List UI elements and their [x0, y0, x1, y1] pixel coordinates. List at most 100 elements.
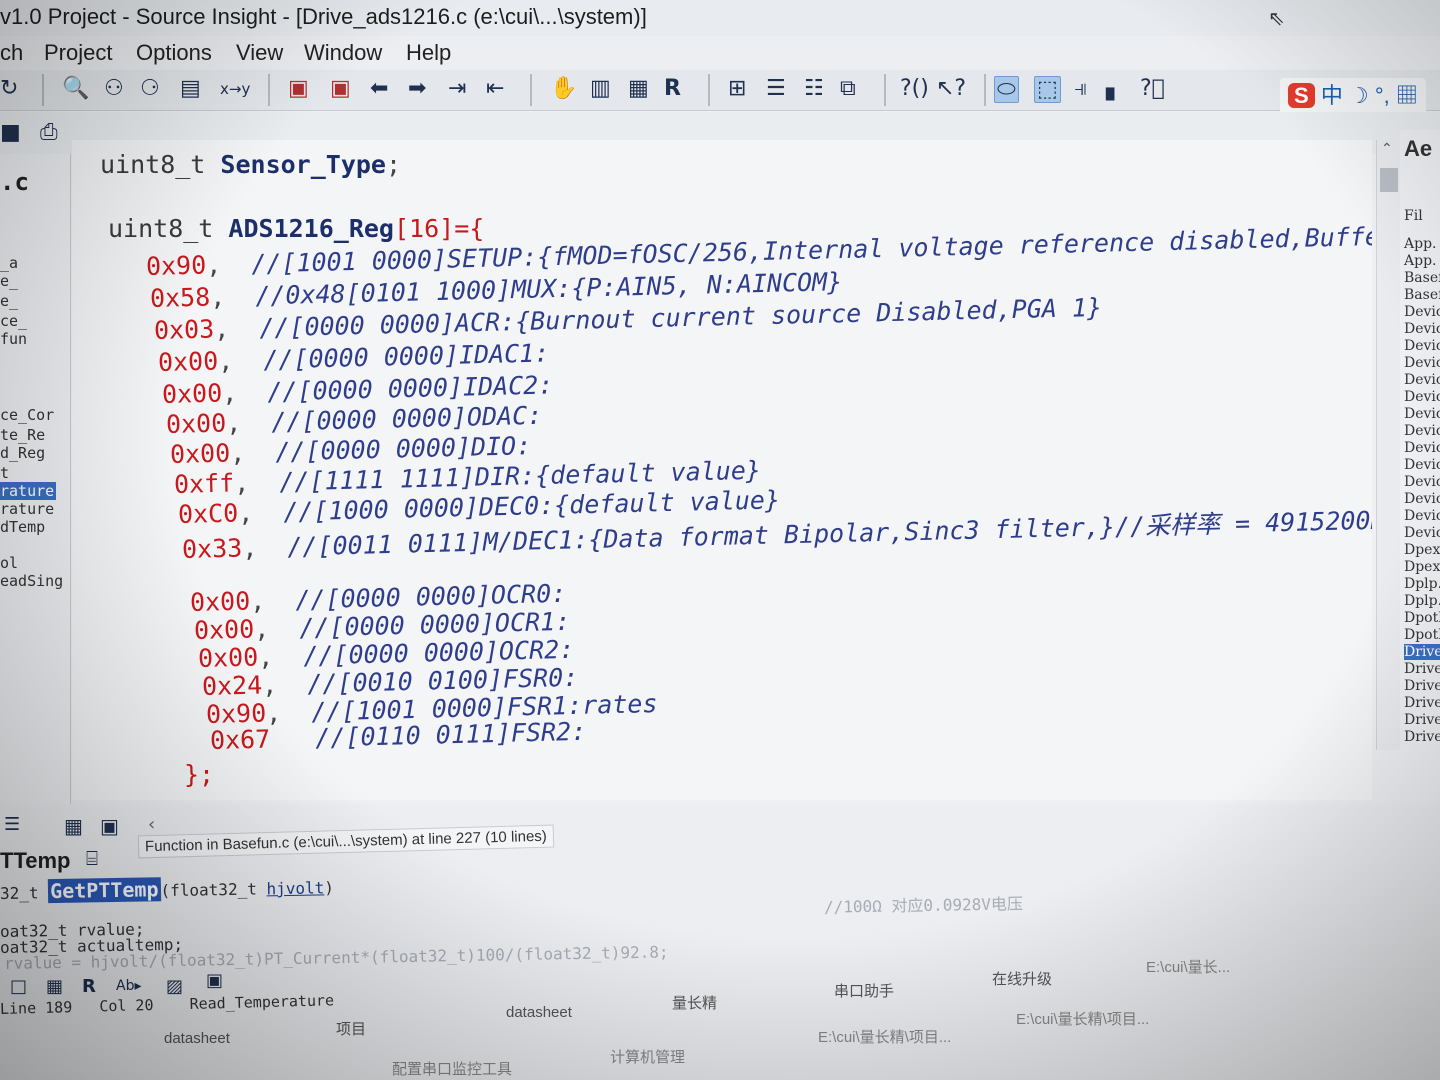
file-item[interactable]: Dpother	[1404, 610, 1440, 626]
file-item[interactable]: Drive_ads	[1404, 661, 1440, 677]
layout-icon-3[interactable]: ☷	[804, 76, 824, 101]
file-item[interactable]: Device	[1404, 440, 1440, 456]
layout-icon-1[interactable]: ⊞	[728, 76, 746, 101]
indent-icon[interactable]: ⇥	[448, 76, 466, 101]
file-item[interactable]: Device	[1404, 389, 1440, 405]
file-item-selected[interactable]: Drive_ads	[1404, 644, 1440, 660]
symbol-item[interactable]: ce_Cor	[0, 406, 54, 424]
help-context-icon[interactable]: ?()	[900, 76, 929, 101]
sogou-logo[interactable]: S	[1288, 83, 1315, 108]
taskbar-tab[interactable]: 串口助手	[834, 980, 894, 1001]
symbol-item[interactable]: ce_	[0, 312, 27, 330]
symbol-item[interactable]: dTemp	[0, 518, 45, 536]
symbol-item[interactable]: t	[0, 464, 9, 482]
file-item[interactable]: Devic	[1404, 321, 1440, 337]
menu-search[interactable]: ch	[0, 40, 23, 66]
symbol-item-selected[interactable]: rature	[0, 482, 56, 500]
symbol-item[interactable]: eadSing	[0, 572, 63, 590]
file-item[interactable]: Dplp.h	[1404, 593, 1440, 609]
file-item[interactable]: Dplp.c	[1404, 576, 1440, 592]
scroll-up-icon[interactable]: ⌃	[1381, 140, 1393, 157]
context-icon[interactable]: ☰	[4, 814, 20, 835]
layout-icon-4[interactable]: ⧉	[840, 76, 856, 101]
taskbar-window[interactable]: E:\cui\量长精\项目...	[818, 1026, 951, 1047]
file-item[interactable]: Drive_fpga	[1404, 678, 1440, 694]
context-window-icon[interactable]: ⬭	[994, 76, 1019, 103]
menu-help[interactable]: Help	[406, 40, 451, 66]
file-item[interactable]: Device	[1404, 491, 1440, 507]
taskbar-window[interactable]: 计算机管理	[610, 1046, 685, 1067]
bookmark-list-icon[interactable]: ▣	[330, 76, 351, 101]
file-item[interactable]: Device	[1404, 406, 1440, 422]
relation-icon[interactable]: R	[664, 76, 681, 101]
file-item[interactable]: Device	[1404, 457, 1440, 473]
code-editor[interactable]: uint8_t Sensor_Type; uint8_t ADS1216_Reg…	[72, 140, 1372, 800]
file-item[interactable]: Drive_fpga	[1404, 695, 1440, 711]
taskbar-tab[interactable]: 在线升级	[992, 968, 1052, 989]
menu-project[interactable]: Project	[44, 40, 112, 66]
symbol-item[interactable]: _a	[0, 254, 18, 272]
file-item[interactable]: Dpext.h	[1404, 559, 1440, 575]
file-item[interactable]: Drive_fram	[1404, 712, 1440, 728]
relation-window-icon[interactable]: ⬚	[1034, 76, 1061, 103]
find-prev-icon[interactable]: ⚆	[140, 76, 160, 101]
file-item[interactable]: Devic	[1404, 304, 1440, 320]
help-pointer-icon[interactable]: ↖?	[936, 76, 966, 101]
layout-icon-2[interactable]: ☰	[766, 76, 786, 101]
symbol-item[interactable]: e_	[0, 272, 18, 290]
symbol-item[interactable]: ol	[0, 554, 18, 572]
symbol-item[interactable]: e_	[0, 292, 18, 310]
file-item[interactable]: Device_	[1404, 525, 1440, 541]
symbol-window-icon[interactable]: ⫣	[1074, 76, 1087, 101]
hand-icon[interactable]: ✋	[550, 76, 577, 101]
print-icon[interactable]: ⎙	[40, 120, 58, 145]
taskbar-tab[interactable]: datasheet	[164, 1030, 230, 1047]
symbol-icon[interactable]: ▥	[590, 76, 611, 101]
taskbar-window[interactable]: E:\cui\量长...	[1146, 956, 1230, 977]
file-item[interactable]: Basef	[1404, 287, 1440, 303]
file-item[interactable]: Drive_fram	[1404, 729, 1440, 745]
symbol-item[interactable]: fun	[0, 330, 27, 348]
taskbar-tab[interactable]: datasheet	[506, 1004, 572, 1021]
help-icon[interactable]: ?⃞	[1140, 76, 1165, 101]
symbol-item[interactable]: rature	[0, 500, 54, 518]
file-item[interactable]: App.	[1404, 253, 1436, 269]
menu-view[interactable]: View	[236, 40, 283, 66]
file-item[interactable]: App.	[1404, 236, 1436, 252]
taskbar-tab[interactable]: 量长精	[672, 992, 717, 1013]
forward-icon[interactable]: ➡	[408, 76, 426, 101]
file-item[interactable]: Device	[1404, 508, 1440, 524]
file-item[interactable]: Basef	[1404, 270, 1440, 286]
file-item[interactable]: Device	[1404, 372, 1440, 388]
back-arrow-icon[interactable]: ‹	[148, 814, 155, 835]
project-window-icon[interactable]: ▖	[1106, 76, 1123, 101]
editor-scrollbar[interactable]: ⌃	[1376, 140, 1401, 750]
symbol-item[interactable]: te_Re	[0, 426, 45, 444]
file-item[interactable]: Device	[1404, 355, 1440, 371]
book-icon[interactable]: ▦	[628, 76, 649, 101]
book-icon[interactable]: ▦	[64, 814, 83, 838]
find-icon[interactable]: 🔍	[62, 76, 89, 101]
file-item[interactable]: Dpext.c	[1404, 542, 1440, 558]
file-item[interactable]: Device	[1404, 474, 1440, 490]
file-item[interactable]: Device	[1404, 423, 1440, 439]
file-item[interactable]: Dpother.h	[1404, 627, 1440, 643]
replace-icon[interactable]: x→y	[220, 80, 250, 98]
find-files-icon[interactable]: ▤	[180, 76, 201, 101]
scroll-thumb[interactable]	[1380, 168, 1398, 192]
find-next-icon[interactable]: ⚇	[104, 76, 124, 101]
ime-language[interactable]: 中	[1321, 83, 1343, 108]
redo-icon[interactable]: ↻	[0, 76, 18, 101]
file-item[interactable]: Device	[1404, 338, 1440, 354]
bookmark-icon[interactable]: ▣	[288, 76, 309, 101]
menu-window[interactable]: Window	[304, 40, 382, 66]
taskbar-tab[interactable]: 项目	[336, 1018, 366, 1039]
toolbar-icon[interactable]: ▣	[100, 814, 119, 838]
menu-options[interactable]: Options	[136, 40, 212, 66]
outdent-icon[interactable]: ⇤	[486, 76, 504, 101]
taskbar-window[interactable]: E:\cui\量长精\项目...	[1016, 1008, 1149, 1029]
back-icon[interactable]: ⬅	[370, 76, 388, 101]
pane-icon[interactable]: ■	[0, 120, 21, 145]
symbol-item[interactable]: d_Reg	[0, 444, 45, 462]
taskbar-window[interactable]: 配置串口监控工具	[392, 1058, 512, 1079]
